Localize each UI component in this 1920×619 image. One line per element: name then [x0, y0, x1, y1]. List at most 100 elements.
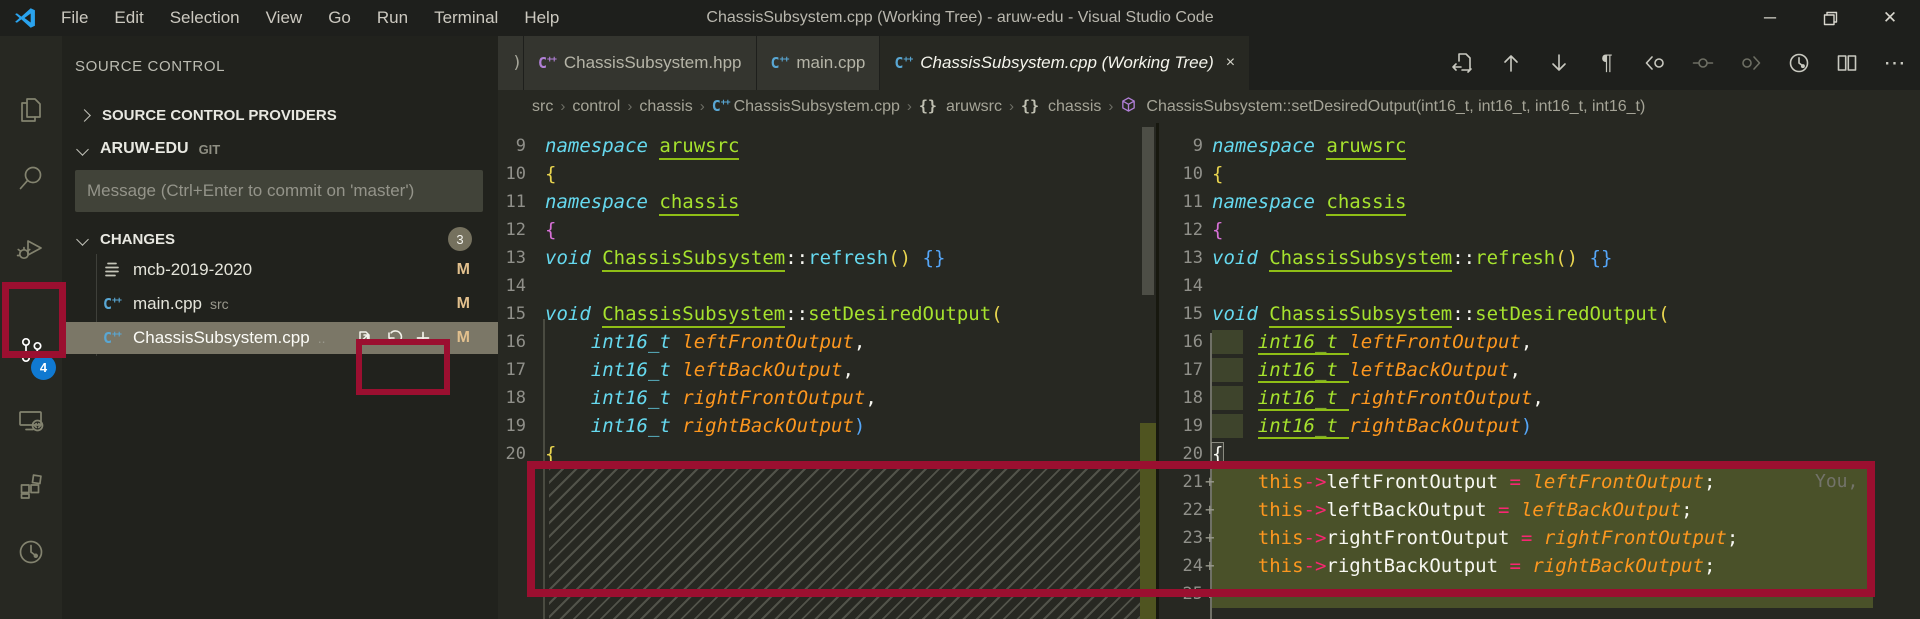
tab-chassissubsystem.hpp[interactable]: C++ChassisSubsystem.hpp: [524, 36, 757, 90]
inline-view-left-button[interactable]: [1638, 46, 1672, 80]
code-line-18[interactable]: 18 int16_t rightFrontOutput,: [498, 384, 1156, 412]
breadcrumb-item-0[interactable]: src: [532, 98, 553, 116]
tab--[interactable]: ): [498, 36, 524, 90]
breadcrumb-item-2[interactable]: chassis: [639, 98, 692, 116]
repo-header[interactable]: ARUW-EDU GIT: [62, 134, 498, 164]
activity-item-explorer[interactable]: [0, 84, 62, 136]
code-line-12[interactable]: 12{: [1159, 216, 1920, 244]
line-number: 10: [1171, 160, 1203, 188]
menu-terminal[interactable]: Terminal: [421, 0, 511, 36]
menu-selection[interactable]: Selection: [157, 0, 253, 36]
code-line-17[interactable]: 17 int16_t leftBackOutput,: [1159, 356, 1920, 384]
code-line-12[interactable]: 12{: [498, 216, 1156, 244]
code-line-13[interactable]: 13void ChassisSubsystem::refresh() {}: [1159, 244, 1920, 272]
code-text: int16_t leftFrontOutput,: [1212, 328, 1532, 356]
title-bar: FileEditSelectionViewGoRunTerminalHelp C…: [0, 0, 1920, 36]
activity-item-remote-explorer[interactable]: [0, 394, 62, 446]
minimize-button[interactable]: ─: [1740, 0, 1800, 36]
code-line-15[interactable]: 15void ChassisSubsystem::setDesiredOutpu…: [498, 300, 1156, 328]
line-number: 18: [1171, 384, 1203, 412]
toggle-whitespace-button[interactable]: ¶: [1590, 46, 1624, 80]
chevron-down-icon: [76, 143, 89, 156]
menu-edit[interactable]: Edit: [101, 0, 156, 36]
code-line-17[interactable]: 17 int16_t leftBackOutput,: [498, 356, 1156, 384]
activity-item-search[interactable]: [0, 152, 62, 204]
code-text: int16_t leftFrontOutput,: [545, 328, 865, 356]
file-row-main.cpp[interactable]: C++main.cppsrcM: [62, 288, 498, 320]
file-name: main.cpp: [133, 294, 202, 314]
code-line-15[interactable]: 15void ChassisSubsystem::setDesiredOutpu…: [1159, 300, 1920, 328]
code-line-9[interactable]: 9namespace aruwsrc: [1159, 132, 1920, 160]
line-number: 13: [1171, 244, 1203, 272]
file-path-desc: ..: [318, 330, 326, 346]
menu-run[interactable]: Run: [364, 0, 421, 36]
menu-go[interactable]: Go: [315, 0, 364, 36]
code-line-9[interactable]: 9namespace aruwsrc: [498, 132, 1156, 160]
chevron-right-icon: ›: [627, 98, 632, 115]
commit-message-input[interactable]: Message (Ctrl+Enter to commit on 'master…: [75, 170, 483, 212]
code-line-10[interactable]: 10{: [498, 160, 1156, 188]
code-line-11[interactable]: 11namespace chassis: [498, 188, 1156, 216]
activity-item-run-debug[interactable]: [0, 222, 62, 274]
file-row-mcb-2019-2020[interactable]: mcb-2019-2020M: [62, 254, 498, 286]
code-line-16[interactable]: 16 int16_t leftFrontOutput,: [1159, 328, 1920, 356]
code-line-14[interactable]: 14: [498, 272, 1156, 300]
code-text: int16_t leftBackOutput,: [545, 356, 854, 384]
close-window-button[interactable]: ✕: [1860, 0, 1920, 36]
close-icon[interactable]: ×: [1226, 54, 1235, 72]
breadcrumb: src›control›chassis›C++ChassisSubsystem.…: [498, 90, 1920, 123]
tab-chassissubsystem.cpp-working-tree-[interactable]: C++ChassisSubsystem.cpp (Working Tree)×: [880, 36, 1250, 90]
source-control-sidebar: SOURCE CONTROL SOURCE CONTROL PROVIDERS …: [62, 36, 498, 619]
line-number: 12: [1171, 216, 1203, 244]
search-icon: [15, 162, 47, 194]
split-editor-button[interactable]: [1830, 46, 1864, 80]
activity-item-extensions[interactable]: [0, 460, 62, 512]
tab-label: ): [512, 53, 522, 73]
scm-provider-label: GIT: [199, 142, 221, 157]
code-text: namespace chassis: [1212, 188, 1406, 216]
code-text: int16_t rightFrontOutput,: [545, 384, 877, 412]
previous-change-button[interactable]: [1494, 46, 1528, 80]
code-line-16[interactable]: 16 int16_t leftFrontOutput,: [498, 328, 1156, 356]
breadcrumb-item-1[interactable]: control: [572, 98, 620, 116]
line-number: 19: [498, 412, 526, 440]
breadcrumb-label: control: [572, 98, 620, 116]
activity-item-gitlens[interactable]: [0, 526, 62, 578]
code-line-18[interactable]: 18 int16_t rightFrontOutput,: [1159, 384, 1920, 412]
line-number: 20: [498, 440, 526, 468]
breadcrumb-label: chassis: [1048, 98, 1101, 116]
changes-section-header[interactable]: CHANGES 3: [62, 224, 498, 254]
restore-button[interactable]: [1800, 0, 1860, 36]
breadcrumb-item-4[interactable]: {}aruwsrc: [919, 97, 1002, 116]
commit-placeholder: Message (Ctrl+Enter to commit on 'master…: [87, 181, 414, 201]
breadcrumb-item-3[interactable]: C++ChassisSubsystem.cpp: [712, 97, 900, 116]
breadcrumb-item-5[interactable]: {}chassis: [1021, 97, 1101, 116]
breadcrumb-item-6[interactable]: ChassisSubsystem::setDesiredOutput(int16…: [1120, 96, 1645, 118]
chevron-right-icon: [78, 109, 91, 122]
code-line-10[interactable]: 10{: [1159, 160, 1920, 188]
remote-explorer-icon: [15, 404, 47, 436]
next-change-button[interactable]: [1542, 46, 1576, 80]
code-line-14[interactable]: 14: [1159, 272, 1920, 300]
code-text: int16_t leftBackOutput,: [1212, 356, 1521, 384]
menu-view[interactable]: View: [253, 0, 316, 36]
code-line-19[interactable]: 19 int16_t rightBackOutput): [498, 412, 1156, 440]
code-text: void ChassisSubsystem::setDesiredOutput(: [545, 300, 1003, 328]
menu-help[interactable]: Help: [511, 0, 572, 36]
breadcrumb-label: ChassisSubsystem.cpp: [734, 98, 900, 116]
code-line-13[interactable]: 13void ChassisSubsystem::refresh() {}: [498, 244, 1156, 272]
more-actions-button[interactable]: ⋯: [1878, 46, 1912, 80]
code-line-19[interactable]: 19 int16_t rightBackOutput): [1159, 412, 1920, 440]
open-changes-button[interactable]: [1446, 46, 1480, 80]
cpp-blue-icon: C++: [894, 53, 912, 73]
line-number: 17: [498, 356, 526, 384]
source-control-providers-header[interactable]: SOURCE CONTROL PROVIDERS: [62, 100, 498, 130]
tab-main.cpp[interactable]: C++main.cpp: [757, 36, 881, 90]
inline-view-center-button[interactable]: [1686, 46, 1720, 80]
gitlens-annotate-button[interactable]: [1782, 46, 1816, 80]
cpp-blue-icon: C++: [712, 97, 730, 116]
gitlens-icon: [15, 536, 47, 568]
code-line-11[interactable]: 11namespace chassis: [1159, 188, 1920, 216]
menu-file[interactable]: File: [48, 0, 101, 36]
inline-view-right-button[interactable]: [1734, 46, 1768, 80]
